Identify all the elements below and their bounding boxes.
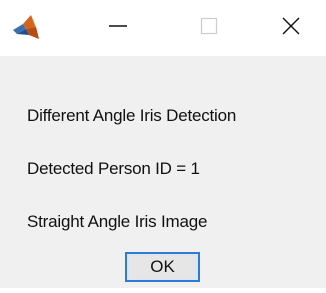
message-line-person-id: Detected Person ID = 1 [27, 159, 200, 178]
minimize-button[interactable] [83, 0, 153, 56]
maximize-icon [198, 15, 220, 42]
minimize-icon [107, 15, 129, 42]
message-dialog-window: Different Angle Iris Detection Detected … [0, 0, 326, 293]
matlab-icon [12, 13, 40, 41]
close-button[interactable] [256, 0, 326, 56]
dialog-body: Different Angle Iris Detection Detected … [0, 56, 326, 288]
message-line-title: Different Angle Iris Detection [27, 106, 237, 125]
message-line-image-type: Straight Angle Iris Image [27, 212, 208, 231]
close-icon [280, 15, 302, 42]
ok-button[interactable]: OK [125, 252, 200, 282]
maximize-button [174, 0, 244, 56]
window-bottom-edge [0, 288, 326, 293]
title-bar[interactable] [0, 0, 326, 56]
